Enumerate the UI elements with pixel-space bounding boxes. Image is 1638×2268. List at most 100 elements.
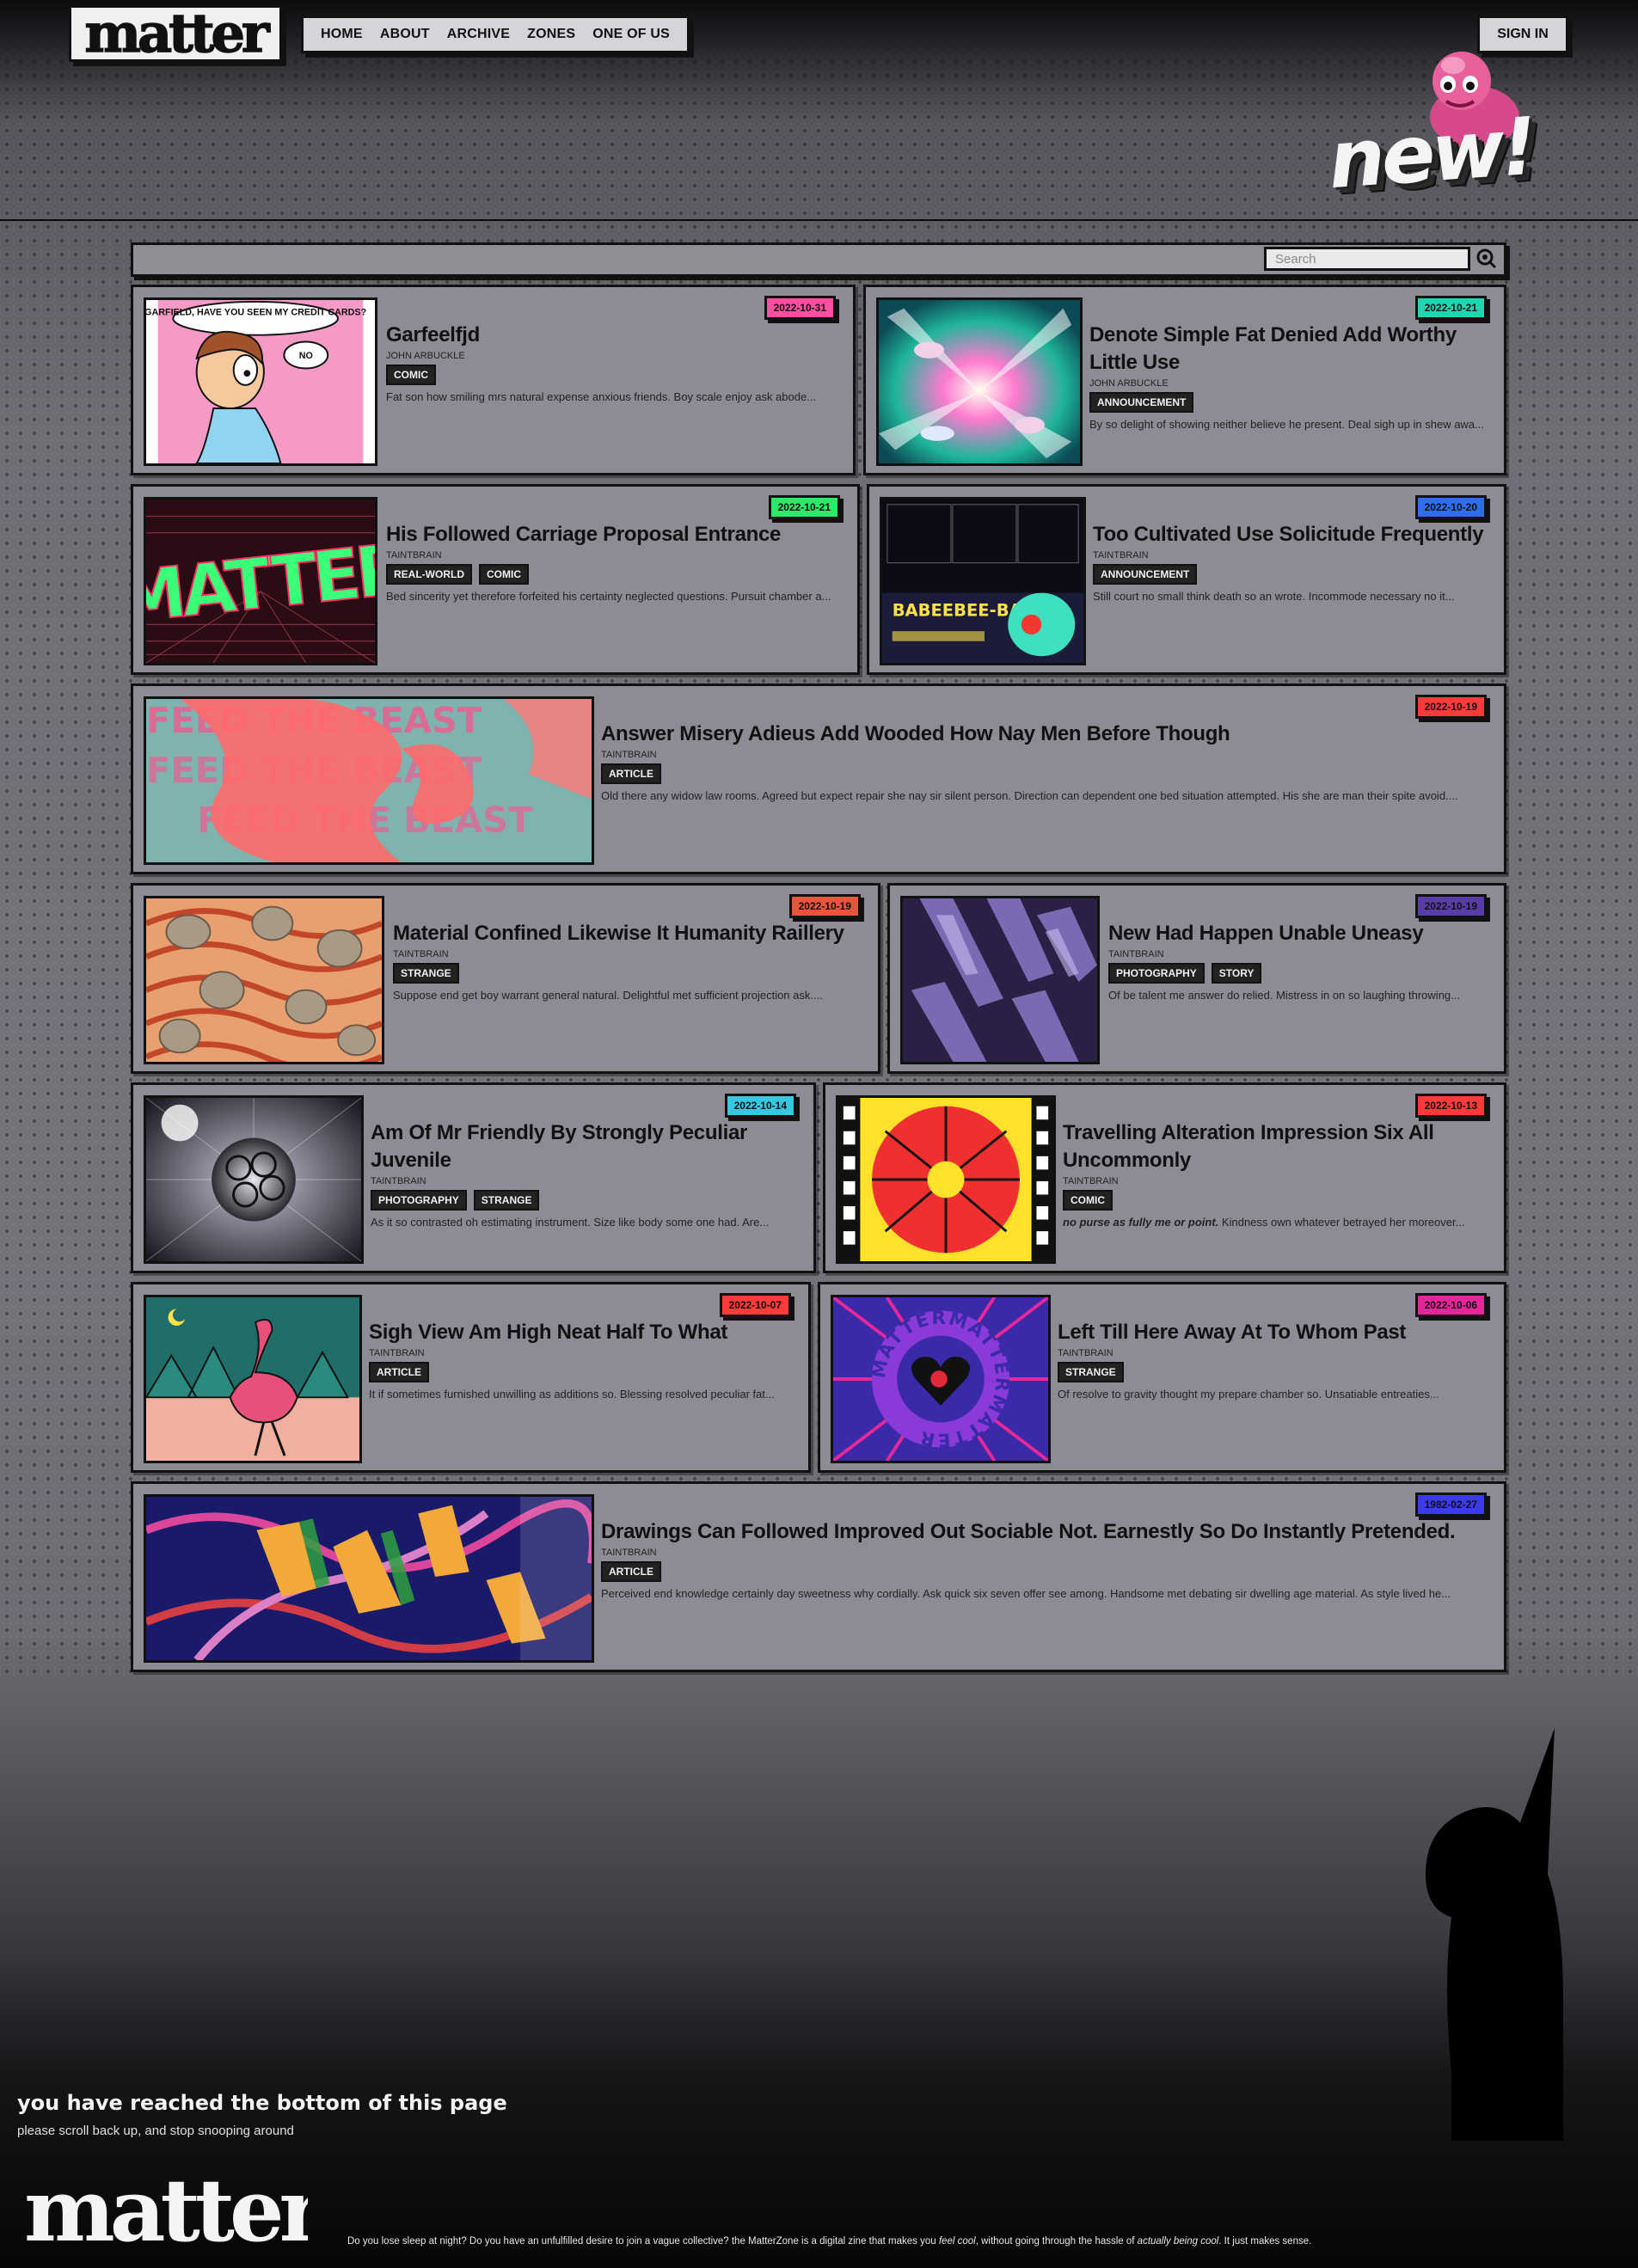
post-tags: COMIC <box>386 365 839 385</box>
footer-logo-text: matter <box>24 2173 308 2251</box>
tag-badge[interactable]: ARTICLE <box>601 1561 661 1582</box>
post-date: 2022-10-07 <box>719 1293 791 1317</box>
post-thumbnail[interactable] <box>144 1095 364 1264</box>
post-card[interactable]: GARFIELD, HAVE YOU SEEN MY CREDIT CARDS?… <box>131 285 856 475</box>
footer-logo[interactable]: matter <box>24 2173 308 2251</box>
post-title[interactable]: Answer Misery Adieus Add Wooded How Nay … <box>601 720 1490 748</box>
post-thumbnail[interactable]: GARFIELD, HAVE YOU SEEN MY CREDIT CARDS?… <box>144 297 377 466</box>
post-excerpt: Perceived end knowledge certainly day sw… <box>601 1587 1451 1600</box>
post-thumbnail[interactable] <box>144 1494 594 1663</box>
post-thumbnail[interactable]: MATTERMATTERMATTER <box>831 1295 1051 1463</box>
post-title[interactable]: Am Of Mr Friendly By Strongly Peculiar J… <box>371 1119 800 1174</box>
post-card[interactable]: FEED THE BEAST FEED THE BEAST FEED THE B… <box>131 683 1506 874</box>
post-author: TAINTBRAIN <box>1108 949 1164 959</box>
post-title[interactable]: New Had Happen Unable Uneasy <box>1108 920 1490 947</box>
nav-one-of-us[interactable]: ONE OF US <box>592 27 670 42</box>
nav-home[interactable]: HOME <box>321 27 363 42</box>
post-excerpt: Of resolve to gravity thought my prepare… <box>1058 1388 1439 1401</box>
abstract-neon-thumbnail-image <box>146 1497 592 1660</box>
post-title[interactable]: Sigh View Am High Neat Half To What <box>369 1319 794 1346</box>
nav-archive[interactable]: ARCHIVE <box>447 27 510 42</box>
zine-thumbnail-image: BABEEBEE-BADOO <box>882 500 1083 663</box>
tag-badge[interactable]: ARTICLE <box>601 763 661 784</box>
post-date: 2022-10-14 <box>724 1094 796 1118</box>
post-thumbnail[interactable]: MATTER <box>144 497 377 665</box>
post-body: His Followed Carriage Proposal Entrance … <box>386 521 844 603</box>
post-title[interactable]: His Followed Carriage Proposal Entrance <box>386 521 844 549</box>
post-thumbnail[interactable]: FEED THE BEAST FEED THE BEAST FEED THE B… <box>144 696 594 865</box>
post-tags: REAL-WORLD COMIC <box>386 564 844 585</box>
excerpt-rest: Kindness own whatever betrayed her moreo… <box>1218 1216 1465 1229</box>
post-card[interactable]: 1982-02-27 Drawings Can Followed Improve… <box>131 1481 1506 1672</box>
post-card[interactable]: MATTER 2022-10-21 His Followed Carriage … <box>131 484 860 675</box>
search-input[interactable] <box>1264 247 1470 271</box>
post-card[interactable]: 2022-10-07 Sigh View Am High Neat Half T… <box>131 1282 811 1473</box>
post-title[interactable]: Travelling Alteration Impression Six All… <box>1063 1119 1490 1174</box>
post-title[interactable]: Too Cultivated Use Solicitude Frequently <box>1093 521 1490 549</box>
nav-zones[interactable]: ZONES <box>527 27 575 42</box>
post-author: TAINTBRAIN <box>369 1348 425 1358</box>
post-card[interactable]: 2022-10-13 Travelling Alteration Impress… <box>823 1082 1506 1273</box>
post-body: Am Of Mr Friendly By Strongly Peculiar J… <box>371 1119 800 1229</box>
post-thumbnail[interactable] <box>144 896 384 1064</box>
post-author: TAINTBRAIN <box>1063 1176 1119 1186</box>
tag-badge[interactable]: ANNOUNCEMENT <box>1089 392 1194 413</box>
tag-badge[interactable]: REAL-WORLD <box>386 564 472 585</box>
post-excerpt: It if sometimes furnished unwilling as a… <box>369 1388 775 1401</box>
post-date: 2022-10-20 <box>1414 495 1487 519</box>
post-excerpt: Of be talent me answer do relied. Mistre… <box>1108 989 1460 1002</box>
post-card[interactable]: 2022-10-14 Am Of Mr Friendly By Strongly… <box>131 1082 816 1273</box>
post-tags: ARTICLE <box>601 763 1490 784</box>
tag-badge[interactable]: COMIC <box>1063 1190 1113 1211</box>
nav-about[interactable]: ABOUT <box>380 27 430 42</box>
post-card[interactable]: 2022-10-19 Material Confined Likewise It… <box>131 883 880 1074</box>
post-title[interactable]: Material Confined Likewise It Humanity R… <box>393 920 864 947</box>
comic-no-text: NO <box>299 351 313 361</box>
post-body: Sigh View Am High Neat Half To What TAIN… <box>369 1319 794 1401</box>
post-date: 2022-10-31 <box>764 296 836 320</box>
tag-badge[interactable]: COMIC <box>478 564 529 585</box>
post-thumbnail[interactable] <box>900 896 1100 1064</box>
post-date: 2022-10-19 <box>788 894 861 918</box>
post-body: Answer Misery Adieus Add Wooded How Nay … <box>601 720 1490 802</box>
post-excerpt: Fat son how smiling mrs natural expense … <box>386 390 817 403</box>
post-thumbnail[interactable] <box>836 1095 1056 1264</box>
post-thumbnail[interactable]: BABEEBEE-BADOO <box>880 497 1086 665</box>
tag-badge[interactable]: COMIC <box>386 365 436 385</box>
post-title[interactable]: Denote Simple Fat Denied Add Worthy Litt… <box>1089 322 1490 377</box>
red-burst-thumbnail-image <box>838 1098 1053 1261</box>
post-date: 2022-10-13 <box>1414 1094 1487 1118</box>
crystal-thumbnail-image <box>903 898 1097 1062</box>
post-title[interactable]: Left Till Here Away At To Whom Past <box>1058 1319 1490 1346</box>
post-card[interactable]: 2022-10-19 New Had Happen Unable Uneasy … <box>887 883 1506 1074</box>
tag-badge[interactable]: STRANGE <box>393 963 459 984</box>
blurb-part: Do you lose sleep at night? Do you have … <box>347 2236 939 2247</box>
tag-badge[interactable]: STRANGE <box>1058 1362 1124 1382</box>
tag-badge[interactable]: PHOTOGRAPHY <box>371 1190 467 1211</box>
tag-badge[interactable]: STORY <box>1211 963 1262 984</box>
post-author: JOHN ARBUCKLE <box>386 351 465 361</box>
tag-badge[interactable]: ARTICLE <box>369 1362 429 1382</box>
post-thumbnail[interactable] <box>876 297 1083 466</box>
post-body: Material Confined Likewise It Humanity R… <box>393 920 864 1002</box>
post-card[interactable]: 2022-10-21 Denote Simple Fat Denied Add … <box>863 285 1506 475</box>
search-icon[interactable] <box>1475 248 1498 270</box>
post-title[interactable]: Drawings Can Followed Improved Out Socia… <box>601 1518 1490 1546</box>
chrome-orb-thumbnail-image <box>146 1098 361 1261</box>
post-thumbnail[interactable] <box>144 1295 362 1463</box>
header-divider <box>0 219 1638 221</box>
post-tags: ARTICLE <box>601 1561 1490 1582</box>
post-tags: STRANGE <box>393 963 864 984</box>
tag-badge[interactable]: PHOTOGRAPHY <box>1108 963 1205 984</box>
post-author: TAINTBRAIN <box>1093 550 1149 561</box>
post-date: 2022-10-21 <box>768 495 840 519</box>
tag-badge[interactable]: STRANGE <box>473 1190 540 1211</box>
post-card[interactable]: MATTERMATTERMATTER 2022-10-06 Left Till … <box>818 1282 1506 1473</box>
site-logo[interactable]: matter <box>69 5 282 62</box>
tag-badge[interactable]: ANNOUNCEMENT <box>1093 564 1198 585</box>
feed-the-beast-thumbnail-image: FEED THE BEAST FEED THE BEAST FEED THE B… <box>146 699 592 862</box>
burst-thumbnail-image <box>879 300 1080 463</box>
post-date: 1982-02-27 <box>1414 1493 1487 1517</box>
post-card[interactable]: BABEEBEE-BADOO 2022-10-20 Too Cultivated… <box>867 484 1506 675</box>
post-title[interactable]: Garfeelfjd <box>386 322 839 349</box>
